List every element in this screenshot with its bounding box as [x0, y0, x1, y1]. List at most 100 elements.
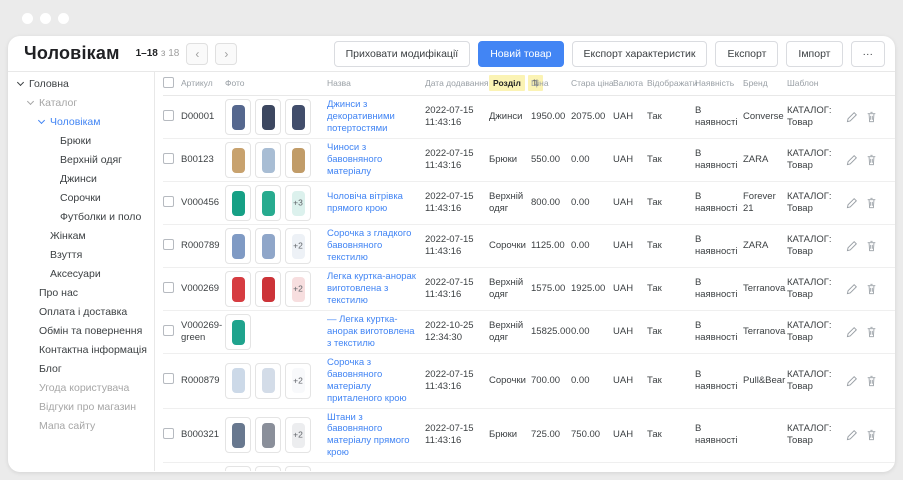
- product-name-link[interactable]: Сорочка з бавовняного матеріалу притален…: [327, 357, 425, 405]
- edit-icon[interactable]: [846, 197, 858, 209]
- header-currency[interactable]: Валюта: [613, 78, 647, 89]
- sidebar-item[interactable]: Блог: [8, 360, 154, 379]
- sidebar-item[interactable]: Сорочки: [8, 189, 154, 208]
- product-photo[interactable]: [255, 466, 281, 471]
- edit-icon[interactable]: [846, 375, 858, 387]
- edit-icon[interactable]: [846, 429, 858, 441]
- sidebar-item[interactable]: Жінкам: [8, 227, 154, 246]
- row-checkbox[interactable]: [163, 373, 174, 384]
- header-date-added[interactable]: Дата додавання: [425, 78, 489, 89]
- product-photo[interactable]: [255, 271, 281, 307]
- product-photo[interactable]: [255, 228, 281, 264]
- more-photos-badge[interactable]: +3: [285, 185, 311, 221]
- delete-icon[interactable]: [866, 240, 877, 252]
- header-old-price[interactable]: Стара ціна: [571, 78, 613, 89]
- sidebar-item[interactable]: Чоловікам: [8, 113, 154, 132]
- window-dot[interactable]: [22, 13, 33, 24]
- window-dot[interactable]: [58, 13, 69, 24]
- export-characteristics-button[interactable]: Експорт характеристик: [572, 41, 708, 67]
- sidebar-item[interactable]: Про нас: [8, 284, 154, 303]
- sidebar-item[interactable]: Оплата і доставка: [8, 303, 154, 322]
- edit-icon[interactable]: [846, 240, 858, 252]
- sidebar-item[interactable]: Верхній одяг: [8, 151, 154, 170]
- product-name-link[interactable]: Чоловіча вітрівка прямого крою: [327, 191, 425, 215]
- product-name-link[interactable]: Легка куртка-анорак виготовлена з тексти…: [327, 271, 425, 307]
- more-photos-badge[interactable]: +2: [285, 417, 311, 453]
- window-dot[interactable]: [40, 13, 51, 24]
- product-name-link[interactable]: Штани з бавовняного матеріалу прямого кр…: [327, 412, 425, 460]
- product-photo[interactable]: [285, 142, 311, 178]
- delete-icon[interactable]: [866, 375, 877, 387]
- product-photo[interactable]: [225, 314, 251, 350]
- header-article[interactable]: Артикул: [181, 78, 225, 89]
- header-availability[interactable]: Наявність: [695, 78, 743, 89]
- new-product-button[interactable]: Новий товар: [478, 41, 563, 67]
- product-photo[interactable]: [255, 142, 281, 178]
- sidebar-item[interactable]: Взуття: [8, 246, 154, 265]
- more-photos-badge[interactable]: +2: [285, 228, 311, 264]
- header-brand[interactable]: Бренд: [743, 78, 787, 89]
- product-photo[interactable]: [285, 99, 311, 135]
- edit-icon[interactable]: [846, 111, 858, 123]
- more-photos-badge[interactable]: +2: [285, 363, 311, 399]
- product-name-link[interactable]: Чиноси з бавовняного матеріалу: [327, 142, 425, 178]
- delete-icon[interactable]: [866, 429, 877, 441]
- product-photo[interactable]: [225, 417, 251, 453]
- row-checkbox[interactable]: [163, 153, 174, 164]
- delete-icon[interactable]: [866, 154, 877, 166]
- delete-icon[interactable]: [866, 283, 877, 295]
- product-photo[interactable]: [225, 363, 251, 399]
- row-checkbox[interactable]: [163, 282, 174, 293]
- header-template[interactable]: Шаблон: [787, 78, 843, 89]
- row-checkbox[interactable]: [163, 196, 174, 207]
- product-name-link[interactable]: Джинси з декоративними потертостями: [327, 99, 425, 135]
- row-checkbox[interactable]: [163, 428, 174, 439]
- delete-icon[interactable]: [866, 111, 877, 123]
- next-page-button[interactable]: ›: [215, 43, 237, 65]
- export-button[interactable]: Експорт: [715, 41, 778, 67]
- edit-icon[interactable]: [846, 283, 858, 295]
- product-photo[interactable]: [255, 417, 281, 453]
- sidebar-item[interactable]: Брюки: [8, 132, 154, 151]
- sidebar-item[interactable]: Каталог: [8, 94, 154, 113]
- product-photo[interactable]: [225, 466, 251, 471]
- row-checkbox[interactable]: [163, 110, 174, 121]
- more-photos-badge[interactable]: +2: [285, 466, 311, 471]
- sidebar-item[interactable]: Мапа сайту: [8, 417, 154, 436]
- sidebar-item[interactable]: Головна: [8, 75, 154, 94]
- sidebar-item[interactable]: Футболки и поло: [8, 208, 154, 227]
- product-photo[interactable]: [225, 228, 251, 264]
- product-photo[interactable]: [225, 142, 251, 178]
- product-name-link[interactable]: Сорочка з гладкого бавовняного текстилю: [327, 228, 425, 264]
- edit-icon[interactable]: [846, 326, 858, 338]
- header-photo[interactable]: Фото: [225, 78, 327, 89]
- sidebar-item[interactable]: Угода користувача: [8, 379, 154, 398]
- row-checkbox[interactable]: [163, 239, 174, 250]
- product-photo[interactable]: [225, 185, 251, 221]
- product-photo[interactable]: [255, 185, 281, 221]
- sidebar-item[interactable]: Обмін та повернення: [8, 322, 154, 341]
- header-display[interactable]: Відображати: [647, 78, 695, 89]
- import-button[interactable]: Імпорт: [786, 41, 842, 67]
- hide-modifications-button[interactable]: Приховати модифікації: [334, 41, 471, 67]
- delete-icon[interactable]: [866, 326, 877, 338]
- more-photos-badge[interactable]: +2: [285, 271, 311, 307]
- sidebar-item[interactable]: Контактна інформація: [8, 341, 154, 360]
- select-all-checkbox[interactable]: [163, 77, 174, 88]
- product-name-link[interactable]: — Легка куртка-анорак виготовлена з текс…: [327, 314, 425, 350]
- sidebar-item[interactable]: Відгуки про магазин: [8, 398, 154, 417]
- delete-icon[interactable]: [866, 197, 877, 209]
- product-photo[interactable]: [225, 271, 251, 307]
- more-actions-button[interactable]: ···: [851, 41, 886, 67]
- header-price[interactable]: Ціна: [531, 78, 571, 89]
- header-section-label[interactable]: Розділ: [489, 75, 525, 91]
- product-photo[interactable]: [225, 99, 251, 135]
- row-checkbox[interactable]: [163, 325, 174, 336]
- header-name[interactable]: Назва: [327, 78, 425, 89]
- product-photo[interactable]: [255, 99, 281, 135]
- sidebar-item[interactable]: Джинси: [8, 170, 154, 189]
- product-photo[interactable]: [255, 363, 281, 399]
- sidebar-item[interactable]: Аксесуари: [8, 265, 154, 284]
- edit-icon[interactable]: [846, 154, 858, 166]
- prev-page-button[interactable]: ‹: [186, 43, 208, 65]
